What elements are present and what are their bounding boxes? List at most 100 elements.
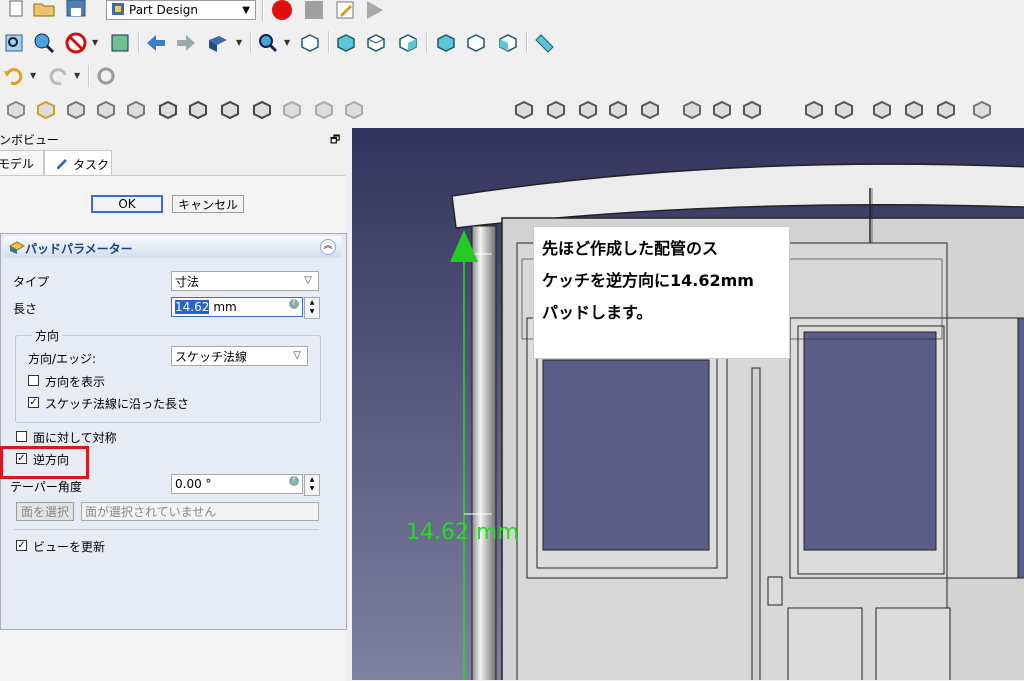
pencil-icon xyxy=(55,155,69,172)
extra-icon[interactable] xyxy=(970,98,994,122)
shape-binder-dropdown-icon[interactable] xyxy=(124,98,148,122)
panel-header[interactable]: パッドパラメーター ︽ xyxy=(3,236,342,258)
ok-button[interactable]: OK xyxy=(91,195,163,213)
length-label: 長さ xyxy=(13,302,38,316)
run-macro-icon[interactable] xyxy=(362,0,386,22)
boolean-icon[interactable] xyxy=(870,98,894,122)
model-drawing xyxy=(450,163,1024,680)
mirror-icon[interactable] xyxy=(680,98,704,122)
part-design-icon xyxy=(111,2,125,19)
toolbar-row-2: ▼ ▼ ▼ xyxy=(0,28,1024,58)
sub-shape-binder-icon[interactable] xyxy=(94,98,118,122)
chevron-down-icon: ▼ xyxy=(242,4,250,16)
combo-view-header: コンボビュー 🗗 xyxy=(0,128,350,148)
forward-arrow-icon[interactable] xyxy=(174,31,198,55)
subtractive-prim-icon[interactable] xyxy=(934,98,958,122)
new-document-icon[interactable] xyxy=(4,0,28,20)
chevron-down-icon: ▽ xyxy=(304,275,312,286)
revolution-icon[interactable] xyxy=(638,98,662,122)
part-icon[interactable] xyxy=(34,98,58,122)
select-face-button[interactable]: 面を選択 xyxy=(16,502,74,521)
validate-sketch-icon[interactable] xyxy=(342,98,366,122)
taper-input[interactable]: 0.00 ° f xyxy=(171,474,303,494)
fit-selection-icon[interactable] xyxy=(32,31,56,55)
edit-macro-icon[interactable] xyxy=(333,0,357,22)
undock-icon[interactable]: 🗗 xyxy=(330,131,340,150)
update-view-checkbox[interactable]: ✓ xyxy=(16,540,27,551)
annotation-callout: 先ほど作成した配管のス ケッチを逆方向に14.62mm パッドします。 xyxy=(533,226,790,359)
combo-view-title: コンボビュー xyxy=(0,133,60,147)
symmetric-checkbox[interactable] xyxy=(16,431,27,442)
fit-all-icon[interactable] xyxy=(2,31,26,55)
toolbar-row-3: ▼ ▼ xyxy=(0,62,1024,92)
draft-icon[interactable] xyxy=(802,98,826,122)
tab-task[interactable]: タスク xyxy=(44,150,112,177)
pad-icon xyxy=(8,240,26,257)
thickness-icon[interactable] xyxy=(832,98,856,122)
isometric-view-icon[interactable] xyxy=(298,31,322,55)
draw-style-icon[interactable] xyxy=(64,31,88,55)
along-normal-checkbox[interactable]: ✓ xyxy=(28,397,39,408)
show-direction-label: 方向を表示 xyxy=(45,375,106,389)
length-input[interactable]: 14.62 mm f xyxy=(171,297,303,317)
workbench-selector[interactable]: Part Design ▼ xyxy=(106,0,256,20)
bottom-view-icon[interactable] xyxy=(464,31,488,55)
annotation-line-1: 先ほど作成した配管のス xyxy=(542,239,719,258)
chamfer-icon[interactable] xyxy=(740,98,764,122)
symmetric-label: 面に対して対称 xyxy=(33,431,117,445)
collapse-icon[interactable]: ︽ xyxy=(320,239,336,255)
body-icon[interactable] xyxy=(4,98,28,122)
toolbar-row-4 xyxy=(0,96,1024,126)
line-icon[interactable] xyxy=(186,98,210,122)
direction-edge-label: 方向/エッジ: xyxy=(28,352,97,366)
local-cs-icon[interactable] xyxy=(250,98,274,122)
top-view-icon[interactable] xyxy=(364,31,388,55)
sketch-icon[interactable] xyxy=(280,98,304,122)
additive-prim-icon[interactable] xyxy=(902,98,926,122)
hole-icon[interactable] xyxy=(576,98,600,122)
open-folder-icon[interactable] xyxy=(32,0,56,20)
workbench-label: Part Design xyxy=(129,3,198,17)
expression-icon[interactable]: f xyxy=(289,299,299,309)
pocket-solid-icon[interactable] xyxy=(544,98,568,122)
refresh-icon[interactable] xyxy=(94,64,118,88)
length-spinner[interactable]: ▲ ▼ xyxy=(304,297,320,319)
zoom-icon[interactable] xyxy=(256,31,280,55)
show-direction-checkbox[interactable] xyxy=(28,375,39,386)
left-view-icon[interactable] xyxy=(496,31,520,55)
groove-icon[interactable] xyxy=(606,98,630,122)
bounding-box-icon[interactable] xyxy=(108,31,132,55)
redo-icon[interactable] xyxy=(46,64,70,88)
reversed-highlight-box xyxy=(0,446,89,479)
pad-icon[interactable] xyxy=(512,98,536,122)
stop-macro-icon[interactable] xyxy=(302,0,326,22)
fillet-icon[interactable] xyxy=(710,98,734,122)
taper-spinner[interactable]: ▲ ▼ xyxy=(304,474,320,496)
direction-edge-select[interactable]: スケッチ法線 ▽ xyxy=(171,346,308,366)
tab-model[interactable]: モデル xyxy=(0,150,44,176)
panel-title: パッドパラメーター xyxy=(25,242,133,256)
update-view-label: ビューを更新 xyxy=(33,540,106,554)
measure-icon[interactable] xyxy=(532,31,556,55)
along-normal-label: スケッチ法線に沿った長さ xyxy=(45,397,190,411)
type-label: タイプ xyxy=(13,275,50,289)
annotation-line-2: ケッチを逆方向に14.62mm xyxy=(542,271,754,290)
front-view-icon[interactable] xyxy=(334,31,358,55)
clone-icon[interactable] xyxy=(64,98,88,122)
3d-viewport[interactable]: 14.62 mm 先ほど作成した配管のス ケッチを逆方向に14.62mm パッド… xyxy=(352,128,1024,680)
undo-icon[interactable] xyxy=(2,64,26,88)
sync-view-icon[interactable] xyxy=(206,31,230,55)
sketch-attach-icon[interactable] xyxy=(312,98,336,122)
record-macro-icon[interactable] xyxy=(270,0,294,22)
save-icon[interactable] xyxy=(64,0,88,20)
type-select[interactable]: 寸法 ▽ xyxy=(171,271,319,291)
rear-view-icon[interactable] xyxy=(434,31,458,55)
back-arrow-icon[interactable] xyxy=(144,31,168,55)
expression-icon[interactable]: f xyxy=(289,476,299,486)
dimension-label: 14.62 mm xyxy=(406,520,519,545)
point-icon[interactable] xyxy=(156,98,180,122)
right-view-icon[interactable] xyxy=(396,31,420,55)
direction-group-title: 方向 xyxy=(32,327,63,344)
plane-icon[interactable] xyxy=(218,98,242,122)
cancel-button[interactable]: キャンセル xyxy=(172,195,244,213)
